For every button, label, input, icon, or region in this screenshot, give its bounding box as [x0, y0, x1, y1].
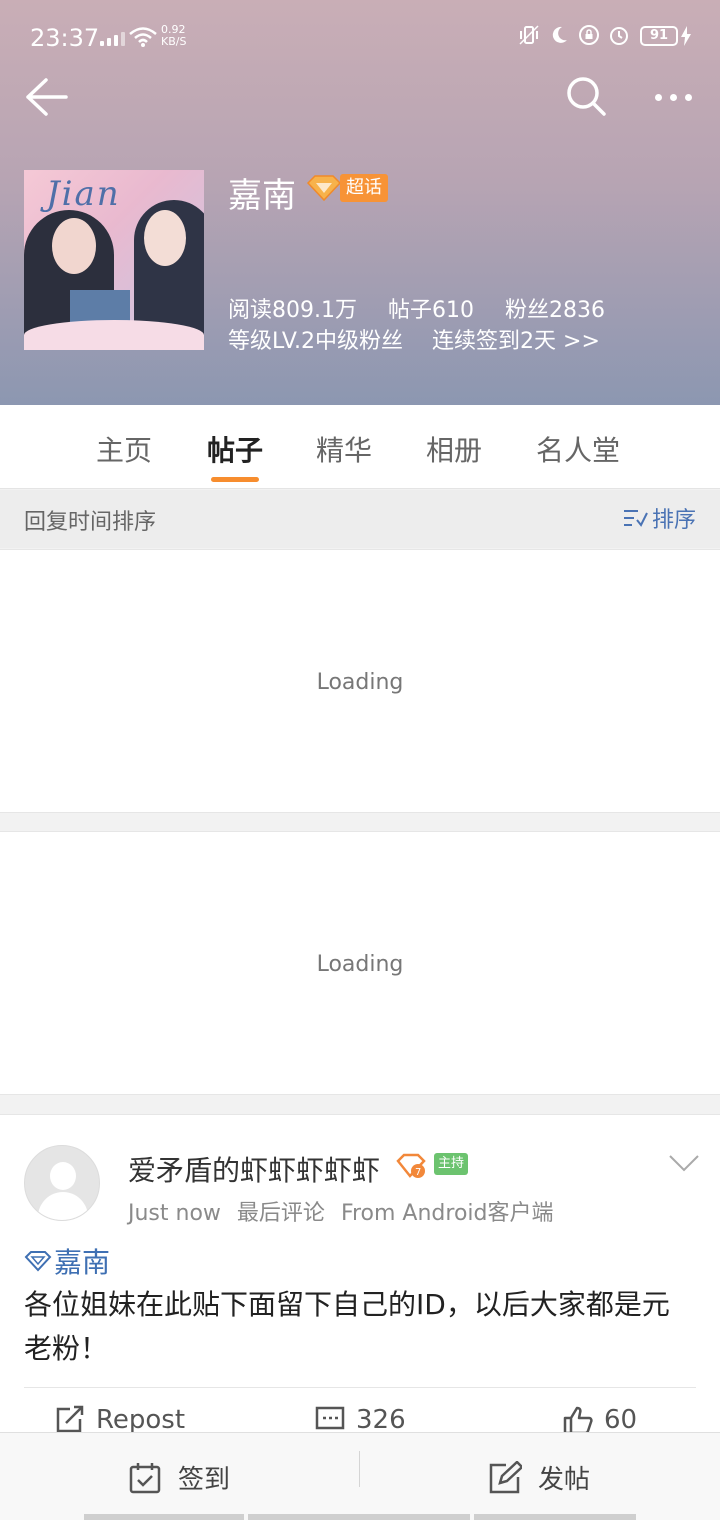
moderator-badge: 主持 — [434, 1153, 469, 1175]
repost-icon — [56, 1405, 84, 1433]
vibrate-icon — [519, 25, 539, 45]
repost-button[interactable]: Repost — [54, 1405, 185, 1435]
battery-indicator: 91 — [640, 26, 678, 46]
cover-art-lettering: Jian — [46, 174, 121, 214]
post-topic-label: 嘉南 — [54, 1246, 111, 1279]
super-topic-diamond-icon — [24, 1251, 52, 1272]
post-body[interactable]: 各位姐妹在此贴下面留下自己的ID，以后大家都是元老粉！ — [24, 1283, 694, 1371]
tab-home[interactable]: 主页 — [96, 429, 152, 469]
comment-icon — [315, 1406, 345, 1430]
wifi-icon — [129, 27, 157, 47]
comment-button[interactable]: 326 — [314, 1405, 406, 1435]
post-meta: Just now 最后评论 From Android客户端 — [128, 1195, 570, 1227]
signal-icon — [100, 30, 125, 46]
post-topic-link[interactable]: 嘉南 — [24, 1241, 110, 1281]
post-source: From Android客户端 — [340, 1201, 554, 1226]
new-post-label: 发帖 — [538, 1465, 591, 1495]
lock-rotation-icon — [579, 25, 599, 45]
status-time: 23:37 — [30, 24, 100, 52]
alarm-icon — [610, 27, 628, 45]
post-last-comment: 最后评论 — [236, 1201, 325, 1226]
fan-level-diamond-icon: 7 — [396, 1153, 426, 1178]
super-topic-badge: 超话 — [340, 174, 388, 202]
sort-button-label: 排序 — [652, 508, 697, 533]
checkin-label: 签到 — [178, 1465, 231, 1495]
fan-level: 等级LV.2中级粉丝 — [228, 329, 404, 354]
loading-text: Loading — [316, 952, 404, 977]
topic-cover-image: Jian — [24, 170, 204, 350]
net-speed-unit: KB/S — [161, 35, 187, 48]
post-card[interactable]: 爱矛盾的虾虾虾虾虾 7 主持 Just now 最后评论 From Android客… — [0, 1114, 720, 1444]
checkin-button[interactable]: 签到 — [128, 1459, 230, 1496]
level-checkin-link[interactable]: 等级LV.2中级粉丝 连续签到2天 >> — [228, 323, 622, 355]
topic-header: 23:37 0.92 KB/S 91 Jian 嘉南 超话 阅读809.1万 帖… — [0, 0, 720, 405]
post-username[interactable]: 爱矛盾的虾虾虾虾虾 — [128, 1149, 380, 1189]
bottom-action-bar: 签到 发帖 — [0, 1432, 720, 1520]
tab-album[interactable]: 相册 — [426, 429, 482, 469]
loading-text: Loading — [316, 670, 404, 695]
fan-count: 粉丝2836 — [504, 298, 605, 323]
chevron-down-icon[interactable] — [668, 1153, 700, 1173]
thumbs-up-icon — [563, 1406, 593, 1435]
loading-card: Loading — [0, 549, 720, 813]
sort-mode-label: 回复时间排序 — [24, 510, 157, 535]
topic-stats: 阅读809.1万 帖子610 粉丝2836 — [228, 292, 629, 324]
active-tab-indicator — [211, 477, 259, 482]
sort-bar: 回复时间排序 排序 — [0, 490, 720, 548]
nav-gesture-bar — [84, 1514, 244, 1520]
like-count: 60 — [604, 1405, 638, 1435]
divider — [24, 1387, 696, 1388]
search-icon[interactable] — [564, 74, 608, 118]
avatar[interactable] — [24, 1145, 100, 1221]
sort-button[interactable]: 排序 — [622, 502, 696, 534]
moon-icon — [552, 26, 567, 43]
post-count: 帖子610 — [387, 298, 474, 323]
compose-icon — [489, 1460, 522, 1493]
post-time: Just now — [128, 1201, 221, 1226]
loading-card: Loading — [0, 831, 720, 1095]
topic-tabs: 主页 帖子 精华 相册 名人堂 — [0, 405, 720, 489]
back-arrow-icon[interactable] — [24, 76, 70, 118]
topic-title: 嘉南 — [228, 176, 296, 216]
checkin-streak: 连续签到2天 >> — [432, 329, 600, 354]
net-speed: 0.92 KB/S — [161, 24, 186, 48]
divider — [359, 1451, 360, 1487]
calendar-check-icon — [129, 1462, 161, 1493]
tab-hall-of-fame[interactable]: 名人堂 — [536, 429, 620, 469]
tab-posts[interactable]: 帖子 — [207, 429, 263, 469]
more-options-icon[interactable] — [650, 82, 696, 112]
super-topic-diamond-icon — [306, 175, 342, 202]
svg-text:7: 7 — [415, 1167, 421, 1178]
nav-gesture-bar — [248, 1514, 470, 1520]
status-bar: 23:37 0.92 KB/S 91 — [0, 0, 720, 74]
new-post-button[interactable]: 发帖 — [488, 1459, 590, 1496]
repost-label: Repost — [96, 1405, 186, 1435]
like-button[interactable]: 60 — [562, 1405, 637, 1435]
charging-icon — [681, 26, 691, 46]
sort-icon — [624, 510, 648, 527]
comment-count: 326 — [356, 1405, 406, 1435]
read-count: 阅读809.1万 — [228, 298, 357, 323]
tab-featured[interactable]: 精华 — [316, 429, 372, 469]
nav-gesture-bar — [474, 1514, 636, 1520]
status-icons — [518, 24, 630, 46]
